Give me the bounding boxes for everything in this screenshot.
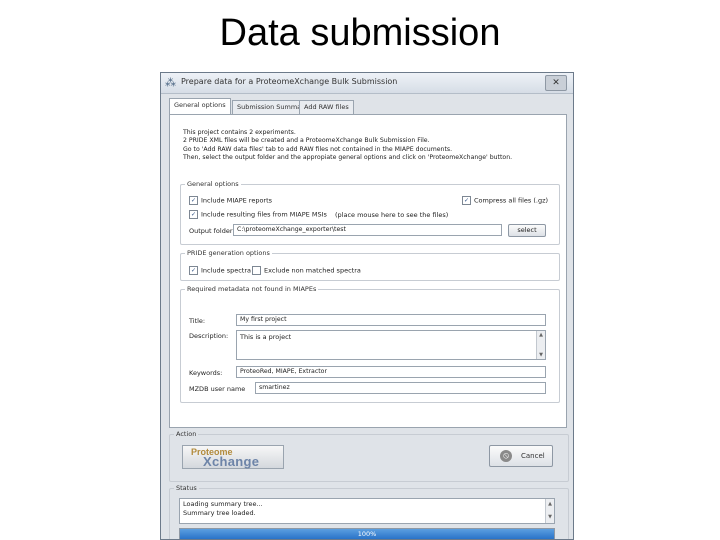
submission-window: ⁂ Prepare data for a ProteomeXchange Bul… (160, 72, 574, 540)
scroll-down-icon[interactable]: ▼ (546, 513, 554, 522)
required-metadata-legend: Required metadata not found in MIAPEs (187, 285, 317, 293)
app-icon: ⁂ (165, 76, 176, 89)
progress-bar: 100% (179, 528, 555, 539)
info-line: Go to 'Add RAW data files' tab to add RA… (183, 145, 453, 153)
cancel-button[interactable]: ⦸ Cancel (489, 445, 553, 467)
title-input[interactable]: My first project (236, 314, 546, 326)
tab-general-options[interactable]: General options (169, 98, 231, 114)
select-folder-button[interactable]: select (508, 224, 546, 237)
status-line: Loading summary tree... (183, 500, 263, 508)
checkbox-check-icon: ✓ (189, 210, 198, 219)
scroll-up-icon[interactable]: ▲ (537, 332, 545, 338)
output-folder-input[interactable]: C:\proteomeXchange_exporter\test (233, 224, 502, 236)
description-textarea[interactable]: This is a project ▲ ▼ (236, 330, 546, 360)
keywords-input[interactable]: ProteoRed, MIAPE, Extractor (236, 366, 546, 378)
checkbox-check-icon: ✓ (189, 196, 198, 205)
proteomexchange-button[interactable]: Proteome Xchange (182, 445, 284, 469)
general-options-legend: General options (187, 180, 239, 188)
proteomexchange-logo-bottom: Xchange (203, 454, 260, 469)
status-line: Summary tree loaded. (183, 509, 256, 517)
pride-options-legend: PRIDE generation options (187, 249, 270, 257)
checkbox-check-icon: ✓ (189, 266, 198, 275)
keywords-label: Keywords: (189, 369, 223, 377)
window-title: Prepare data for a ProteomeXchange Bulk … (181, 77, 398, 86)
progress-label: 100% (357, 530, 377, 538)
tab-add-raw-files[interactable]: Add RAW files (299, 100, 354, 114)
status-legend: Status (176, 484, 197, 492)
include-spectra-checkbox[interactable]: ✓ Include spectra (189, 266, 251, 275)
window-titlebar: ⁂ Prepare data for a ProteomeXchange Bul… (161, 73, 573, 94)
info-line: 2 PRIDE XML files will be created and a … (183, 137, 430, 145)
cancel-circle-icon: ⦸ (500, 450, 512, 462)
description-scrollbar[interactable]: ▲ ▼ (536, 331, 545, 359)
compress-all-checkbox[interactable]: ✓ Compress all files (.gz) (462, 196, 548, 205)
general-options-panel: This project contains 2 experiments. 2 P… (169, 114, 567, 428)
info-text: This project contains 2 experiments. 2 P… (183, 129, 557, 162)
info-line: Then, select the output folder and the a… (183, 153, 513, 161)
exclude-non-matched-checkbox[interactable]: Exclude non matched spectra (252, 266, 361, 275)
files-hint[interactable]: (place mouse here to see the files) (335, 211, 448, 219)
scroll-down-icon[interactable]: ▼ (537, 352, 545, 358)
include-miape-reports-checkbox[interactable]: ✓ Include MIAPE reports (189, 196, 272, 205)
pride-options-group: PRIDE generation options (180, 249, 560, 281)
status-log: Loading summary tree... Summary tree loa… (179, 498, 555, 524)
mzdb-username-input[interactable]: smartinez (255, 382, 546, 394)
description-label: Description: (189, 332, 229, 340)
info-line: This project contains 2 experiments. (183, 129, 296, 136)
checkbox-check-icon: ✓ (462, 196, 471, 205)
title-label: Title: (189, 317, 206, 325)
scroll-up-icon[interactable]: ▲ (546, 500, 554, 509)
status-scrollbar[interactable]: ▲ ▼ (545, 499, 554, 523)
slide-title: Data submission (219, 12, 501, 54)
action-legend: Action (176, 430, 197, 438)
output-folder-label: Output folder (189, 227, 233, 235)
close-button[interactable]: ✕ (545, 75, 567, 91)
mzdb-username-label: MZDB user name (189, 385, 246, 393)
include-resulting-files-checkbox[interactable]: ✓ Include resulting files from MIAPE MSIs (189, 210, 327, 219)
